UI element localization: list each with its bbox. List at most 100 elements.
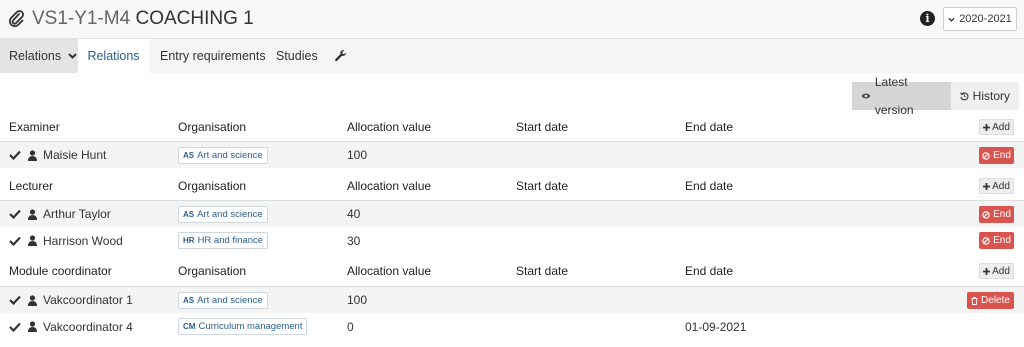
paperclip-icon (8, 10, 24, 28)
trash-icon (971, 296, 978, 305)
end-label: End (993, 150, 1011, 161)
ban-icon (982, 210, 990, 219)
column-allocation: Allocation value (347, 179, 432, 193)
column-start-date: Start date (516, 179, 569, 193)
org-name: Curriculum management (198, 321, 303, 332)
section-header-examiner: Examiner Organisation Allocation value S… (0, 113, 1024, 141)
year-select-button[interactable]: 2020-2021 (943, 7, 1017, 31)
tab-relations[interactable]: Relations (78, 39, 149, 73)
version-toggle: Latest version History (852, 75, 1019, 117)
end-button[interactable]: End (979, 206, 1014, 223)
org-abbr: CM (183, 322, 196, 331)
role-heading: Module coordinator (9, 264, 112, 278)
org-name: Art and science (197, 294, 263, 306)
end-label: End (993, 209, 1011, 220)
column-organisation: Organisation (178, 264, 247, 278)
module-code: VS1-Y1-M4 (32, 8, 131, 29)
column-start-date: Start date (516, 264, 569, 278)
plus-icon (983, 182, 991, 190)
eye-icon (861, 93, 871, 99)
org-abbr: AS (183, 150, 195, 160)
add-label: Add (992, 180, 1010, 192)
end-button[interactable]: End (979, 147, 1014, 164)
person-cell: Arthur Taylor (9, 201, 111, 227)
column-start-date: Start date (516, 120, 569, 134)
info-icon[interactable]: i (920, 11, 935, 26)
organisation-badge[interactable]: AS Art and science (178, 205, 268, 223)
organisation-badge[interactable]: CM Curriculum management (178, 318, 308, 335)
user-icon (28, 149, 37, 161)
history-icon (960, 92, 969, 101)
ban-icon (982, 151, 990, 160)
history-button[interactable]: History (951, 82, 1019, 110)
column-end-date: End date (685, 179, 734, 193)
organisation-cell: AS Art and science (178, 201, 268, 227)
column-allocation: Allocation value (347, 120, 432, 134)
person-cell: Vakcoordinator 4 (9, 313, 133, 340)
allocation-value: 40 (347, 207, 361, 221)
delete-button[interactable]: Delete (967, 292, 1014, 309)
chevron-down-icon (948, 17, 955, 22)
check-icon (9, 322, 21, 332)
end-label: End (993, 235, 1011, 246)
table-row: Vakcoordinator 4 CM Curriculum management… (0, 313, 1024, 340)
person-cell: Harrison Wood (9, 227, 123, 254)
latest-version-button[interactable]: Latest version (852, 75, 951, 117)
organisation-badge[interactable]: AS Art and science (178, 146, 268, 164)
tab-relations-dropdown[interactable]: Relations (0, 39, 78, 73)
add-module-coordinator-button[interactable]: Add (979, 263, 1014, 279)
role-heading: Examiner (9, 120, 60, 134)
history-label: History (972, 89, 1010, 103)
add-label: Add (992, 265, 1010, 277)
org-abbr: HR (183, 236, 195, 245)
section-header-lecturer: Lecturer Organisation Allocation value S… (0, 172, 1024, 200)
user-icon (28, 294, 37, 306)
year-label: 2020-2021 (959, 13, 1012, 25)
organisation-cell: HR HR and finance (178, 227, 269, 254)
person-name[interactable]: Vakcoordinator 1 (43, 293, 133, 307)
add-examiner-button[interactable]: Add (979, 119, 1014, 135)
check-icon (9, 295, 21, 305)
table-row: Maisie Hunt AS Art and science 100 End (0, 141, 1024, 168)
wrench-icon[interactable] (334, 49, 346, 63)
user-icon (28, 235, 37, 246)
ban-icon (982, 236, 990, 245)
organisation-badge[interactable]: HR HR and finance (178, 232, 269, 249)
module-name: COACHING 1 (135, 8, 254, 29)
tab-studies[interactable]: Studies (276, 39, 318, 73)
organisation-cell: AS Art and science (178, 142, 268, 168)
add-label: Add (992, 121, 1010, 133)
organisation-badge[interactable]: AS Art and science (178, 291, 268, 309)
org-abbr: AS (183, 209, 195, 219)
allocation-value: 100 (347, 293, 368, 307)
user-icon (28, 208, 37, 220)
person-name[interactable]: Vakcoordinator 4 (43, 320, 133, 334)
person-name[interactable]: Maisie Hunt (43, 148, 106, 162)
person-name[interactable]: Arthur Taylor (43, 207, 111, 221)
user-icon (28, 321, 37, 332)
tab-bar: Relations Relations Entry requirements S… (0, 39, 1024, 73)
org-abbr: AS (183, 295, 195, 305)
chevron-down-icon (67, 53, 77, 59)
column-organisation: Organisation (178, 120, 247, 134)
column-end-date: End date (685, 120, 734, 134)
page-title: VS1-Y1-M4 COACHING 1 (32, 8, 254, 30)
page-header: VS1-Y1-M4 COACHING 1 i 2020-2021 (0, 0, 1024, 39)
tab-entry-requirements[interactable]: Entry requirements (160, 39, 266, 73)
person-cell: Maisie Hunt (9, 142, 106, 168)
person-cell: Vakcoordinator 1 (9, 287, 133, 313)
column-allocation: Allocation value (347, 264, 432, 278)
table-row: Vakcoordinator 1 AS Art and science 100 D… (0, 286, 1024, 313)
column-end-date: End date (685, 264, 734, 278)
delete-label: Delete (981, 295, 1010, 306)
add-lecturer-button[interactable]: Add (979, 178, 1014, 194)
org-name: Art and science (197, 208, 263, 220)
organisation-cell: AS Art and science (178, 287, 268, 313)
org-name: HR and finance (197, 235, 264, 246)
role-heading: Lecturer (9, 179, 54, 193)
person-name[interactable]: Harrison Wood (43, 234, 123, 248)
end-button[interactable]: End (979, 232, 1014, 249)
column-organisation: Organisation (178, 179, 247, 193)
check-icon (9, 236, 21, 246)
check-icon (9, 150, 21, 160)
